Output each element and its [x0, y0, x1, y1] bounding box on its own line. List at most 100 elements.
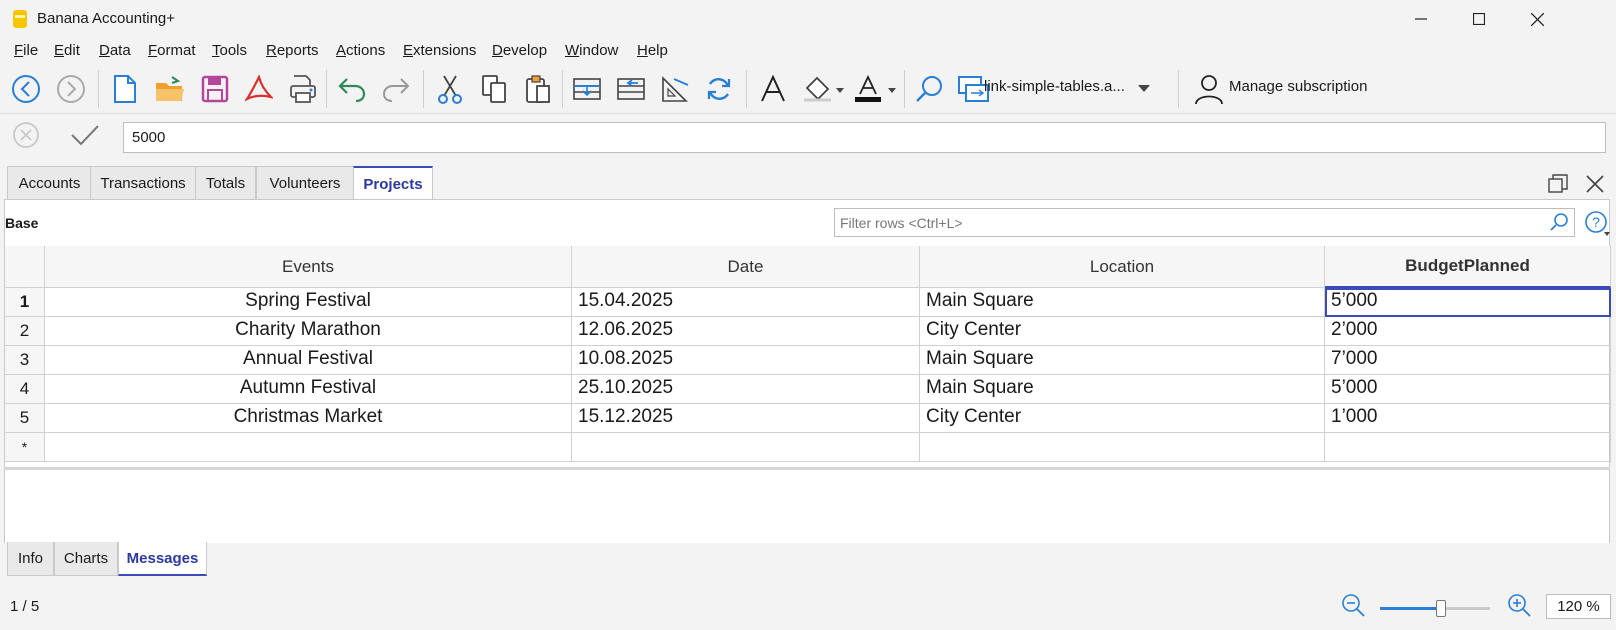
paste-button[interactable] — [519, 70, 557, 108]
font-button[interactable] — [754, 70, 792, 108]
cell-location[interactable]: Main Square — [920, 375, 1325, 404]
font-letter-icon — [761, 74, 785, 102]
redo-button[interactable] — [377, 70, 415, 108]
fill-color-button[interactable] — [800, 70, 848, 108]
column-header-location[interactable]: Location — [920, 246, 1325, 288]
cell-budget[interactable]: 7’000 — [1325, 346, 1611, 375]
cell-budget[interactable]: 2’000 — [1325, 317, 1611, 346]
cancel-edit-icon[interactable] — [12, 121, 40, 149]
toolbar-separator — [1178, 70, 1179, 108]
row-header[interactable]: 3 — [5, 346, 45, 375]
cell-event[interactable]: Spring Festival — [45, 288, 572, 317]
cell-event[interactable]: Charity Marathon — [45, 317, 572, 346]
add-columns-button[interactable] — [612, 70, 650, 108]
cell-budget[interactable]: 1’000 — [1325, 404, 1611, 433]
undo-button[interactable] — [333, 70, 371, 108]
cell-date[interactable]: 12.06.2025 — [572, 317, 920, 346]
recheck-button[interactable] — [700, 70, 738, 108]
svg-text:?: ? — [1592, 214, 1600, 230]
cell-location[interactable]: Main Square — [920, 346, 1325, 375]
cell-budget-selected[interactable]: 5’000 — [1325, 288, 1611, 317]
cell-event[interactable]: Annual Festival — [45, 346, 572, 375]
row-header[interactable]: 5 — [5, 404, 45, 433]
filter-rows-input[interactable]: Filter rows <Ctrl+L> — [834, 208, 1575, 237]
cell-date[interactable]: 15.04.2025 — [572, 288, 920, 317]
row-header[interactable]: 4 — [5, 375, 45, 404]
zoom-out-icon[interactable] — [1340, 592, 1366, 618]
zoom-slider[interactable] — [1380, 598, 1490, 618]
maximize-button[interactable] — [1450, 0, 1508, 38]
menu-tools[interactable]: Tools — [212, 42, 247, 59]
cell-location[interactable]: Main Square — [920, 288, 1325, 317]
close-window-button[interactable] — [1508, 0, 1566, 38]
cell-event[interactable]: Autumn Festival — [45, 375, 572, 404]
print-button[interactable] — [284, 70, 322, 108]
title-bar: Banana Accounting+ — [0, 0, 1616, 38]
manage-subscription-link[interactable]: Manage subscription — [1229, 78, 1367, 95]
file-combo-dropdown[interactable] — [1134, 70, 1154, 108]
tab-messages[interactable]: Messages — [118, 542, 207, 576]
open-file-combo[interactable]: link-simple-tables.a... — [984, 78, 1125, 95]
menu-help[interactable]: Help — [637, 42, 668, 59]
row-header[interactable]: 2 — [5, 317, 45, 346]
cell-empty[interactable] — [920, 433, 1325, 462]
confirm-edit-icon[interactable] — [70, 123, 100, 147]
tab-projects[interactable]: Projects — [353, 166, 433, 200]
new-file-button[interactable] — [106, 70, 144, 108]
back-button[interactable] — [7, 70, 45, 108]
menu-format[interactable]: Format — [148, 42, 196, 59]
zoom-slider-fill — [1380, 607, 1441, 610]
tab-info[interactable]: Info — [7, 542, 54, 576]
menu-file[interactable]: File — [14, 42, 38, 59]
copy-button[interactable] — [475, 70, 513, 108]
cell-location[interactable]: City Center — [920, 404, 1325, 433]
tab-volunteers[interactable]: Volunteers — [256, 166, 354, 200]
restore-panel-icon[interactable] — [1548, 174, 1568, 194]
export-pdf-button[interactable] — [240, 70, 278, 108]
zoom-slider-thumb[interactable] — [1435, 600, 1446, 617]
cell-edit-input[interactable]: 5000 — [123, 122, 1606, 153]
toolbar-separator — [423, 70, 424, 108]
menu-develop[interactable]: Develop — [492, 42, 547, 59]
cell-date[interactable]: 25.10.2025 — [572, 375, 920, 404]
close-panel-icon[interactable] — [1586, 175, 1604, 193]
cell-empty[interactable] — [45, 433, 572, 462]
minimize-button[interactable] — [1392, 0, 1450, 38]
help-icon[interactable]: ? — [1584, 210, 1612, 238]
menu-extensions[interactable]: Extensions — [403, 42, 476, 59]
cell-empty[interactable] — [572, 433, 920, 462]
menu-edit[interactable]: Edit — [54, 42, 80, 59]
cell-date[interactable]: 10.08.2025 — [572, 346, 920, 375]
menu-actions[interactable]: Actions — [336, 42, 385, 59]
forward-button[interactable] — [52, 70, 90, 108]
cut-button[interactable] — [431, 70, 469, 108]
tab-totals[interactable]: Totals — [195, 166, 256, 200]
zoom-in-icon[interactable] — [1506, 592, 1532, 618]
tab-accounts[interactable]: Accounts — [7, 166, 92, 200]
menu-reports[interactable]: Reports — [266, 42, 319, 59]
tab-charts[interactable]: Charts — [54, 542, 118, 576]
cell-empty[interactable] — [1325, 433, 1611, 462]
menu-data[interactable]: Data — [99, 42, 131, 59]
account-button[interactable] — [1190, 70, 1228, 108]
cell-location[interactable]: City Center — [920, 317, 1325, 346]
save-button[interactable] — [196, 70, 234, 108]
toolbar-separator — [326, 70, 327, 108]
text-color-button[interactable] — [852, 70, 900, 108]
row-header[interactable]: 1 — [5, 288, 45, 317]
zoom-level-field[interactable]: 120 % — [1546, 594, 1611, 619]
column-header-budgetplanned[interactable]: BudgetPlanned — [1325, 246, 1611, 288]
add-rows-button[interactable] — [568, 70, 606, 108]
find-button[interactable] — [910, 70, 948, 108]
cell-event[interactable]: Christmas Market — [45, 404, 572, 433]
open-file-button[interactable] — [151, 70, 189, 108]
refresh-icon — [707, 78, 731, 100]
cell-budget[interactable]: 5’000 — [1325, 375, 1611, 404]
format-columns-button[interactable] — [656, 70, 694, 108]
tab-transactions[interactable]: Transactions — [90, 166, 196, 200]
column-header-date[interactable]: Date — [572, 246, 920, 288]
new-row-header[interactable]: * — [5, 433, 45, 462]
cell-date[interactable]: 15.12.2025 — [572, 404, 920, 433]
menu-window[interactable]: Window — [565, 42, 618, 59]
column-header-events[interactable]: Events — [45, 246, 572, 288]
